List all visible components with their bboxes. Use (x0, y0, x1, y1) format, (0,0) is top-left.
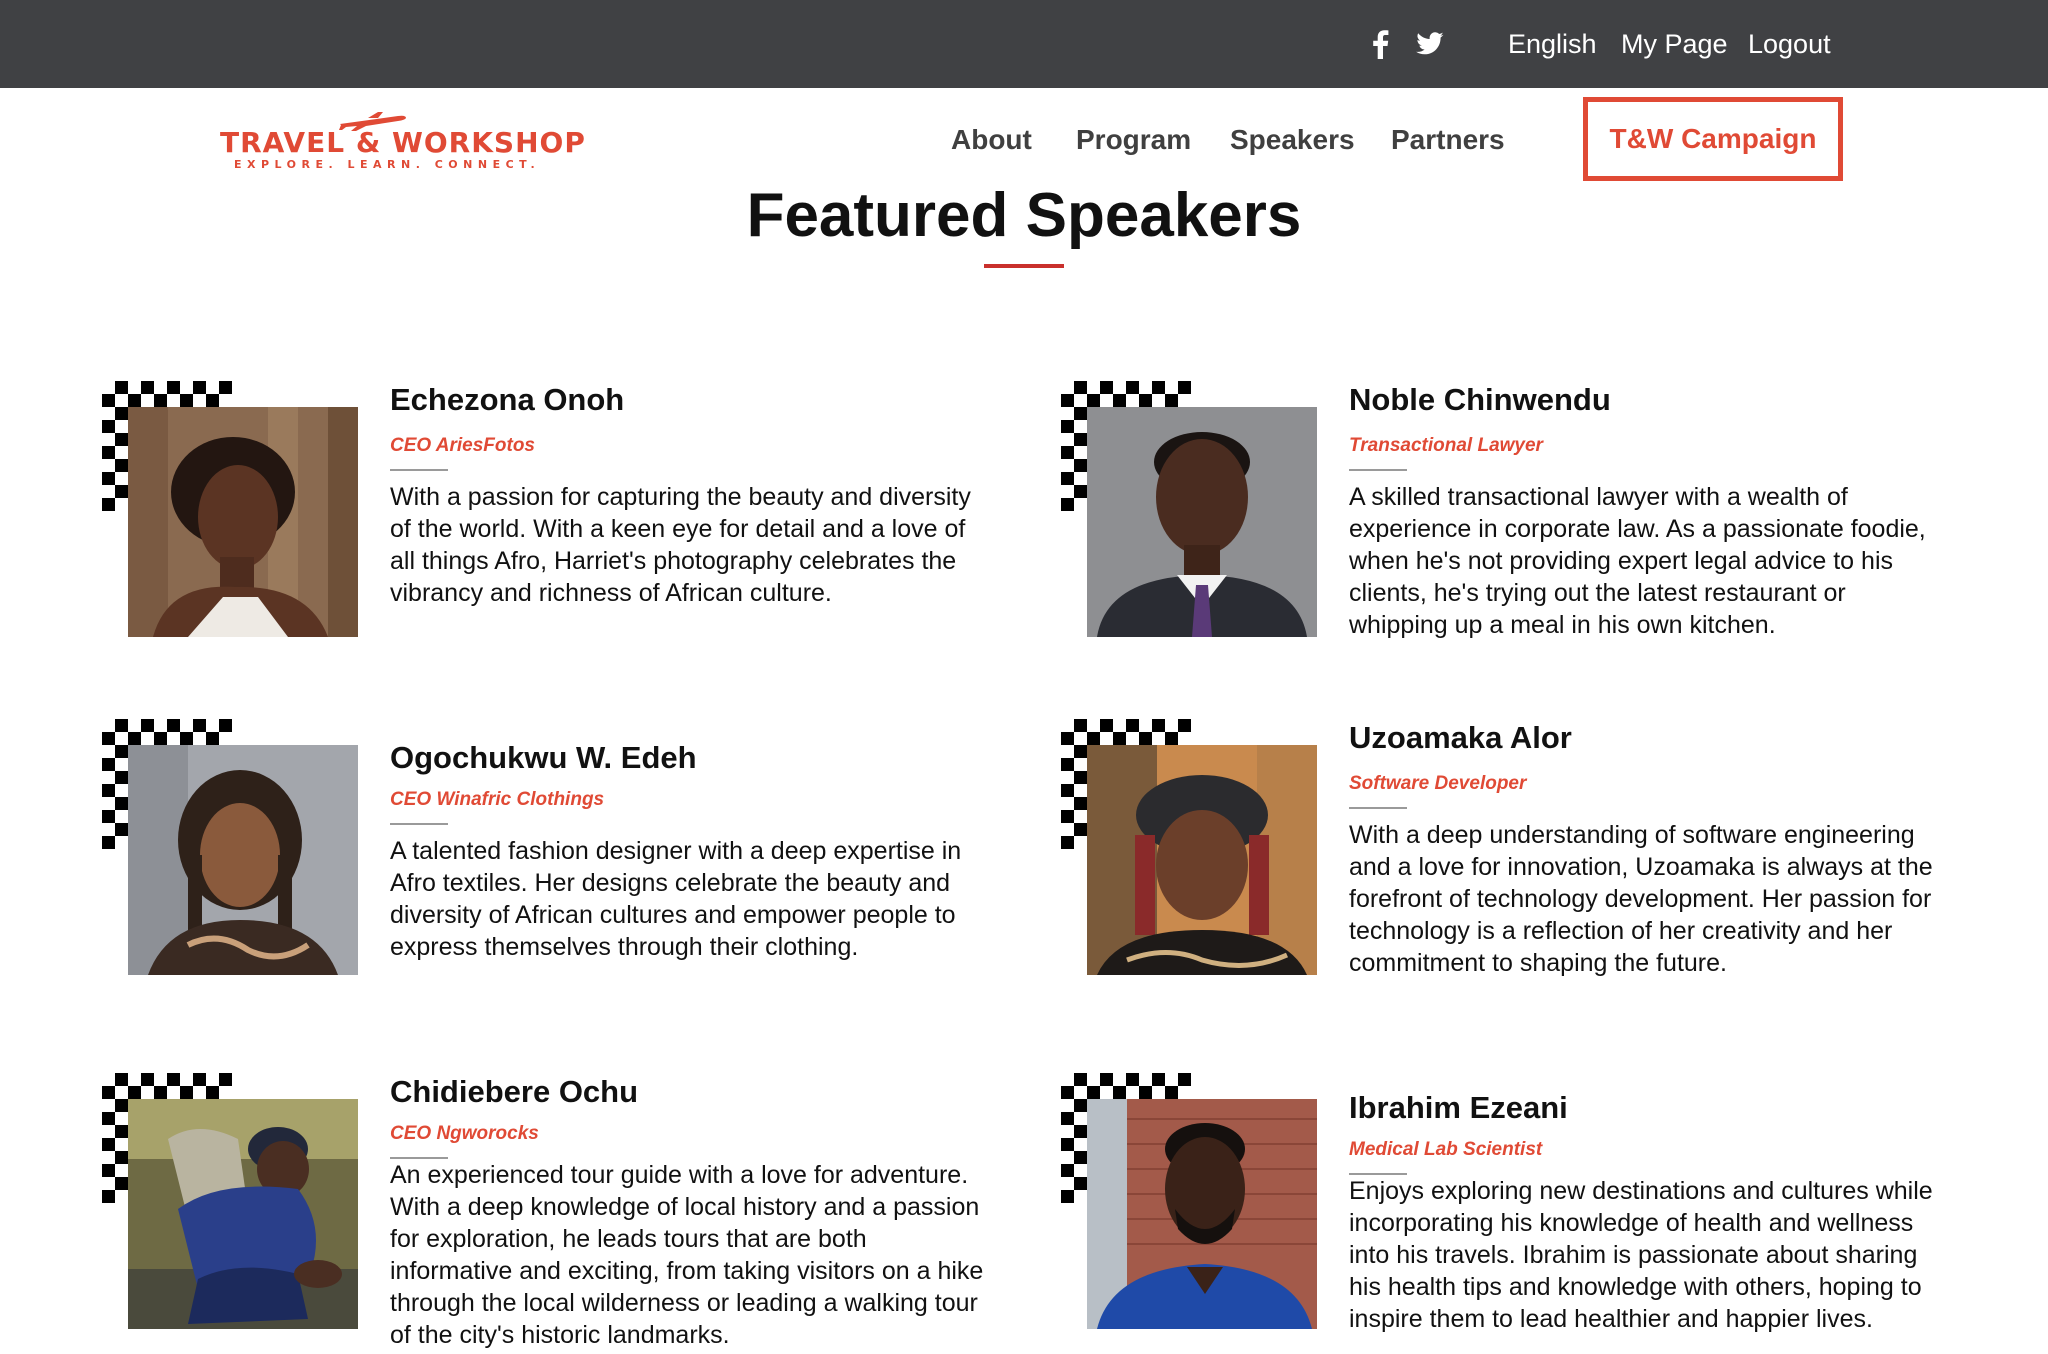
speaker-name: Chidiebere Ochu (390, 1074, 639, 1109)
speaker-bio: A talented fashion designer with a deep … (390, 837, 962, 961)
speaker-photo (128, 745, 358, 975)
speaker-role: CEO Ngworocks (390, 1123, 539, 1144)
speaker-name: Noble Chinwendu (1349, 382, 1611, 417)
nav-speakers[interactable]: Speakers (1230, 120, 1355, 160)
title-underline (984, 264, 1064, 268)
speaker-bio: An experienced tour guide with a love fo… (390, 1161, 984, 1349)
speaker-role: CEO Winafric Clothings (390, 789, 605, 810)
site-logo[interactable]: TRAVEL & WORKSHOP EXPLORE. LEARN. CONNEC… (220, 106, 585, 172)
speaker-bio: With a deep understanding of software en… (1349, 821, 1933, 977)
speaker-divider (390, 823, 448, 825)
nav-program[interactable]: Program (1076, 120, 1191, 160)
page-title: Featured Speakers (746, 181, 1302, 250)
speaker-photo (1087, 407, 1317, 637)
speaker-divider (1349, 469, 1407, 471)
speaker-name: Uzoamaka Alor (1349, 720, 1572, 755)
speaker-bio: With a passion for capturing the beauty … (390, 483, 971, 607)
speaker-photo (128, 1099, 358, 1329)
logo-tagline: EXPLORE. LEARN. CONNECT. (234, 158, 541, 171)
speaker-divider (390, 469, 448, 471)
speaker-name: Ibrahim Ezeani (1349, 1090, 1568, 1125)
logo-title: TRAVEL & WORKSHOP (220, 126, 586, 159)
my-page-link[interactable]: My Page (1621, 24, 1728, 64)
facebook-icon[interactable] (1362, 26, 1398, 62)
speaker-name: Ogochukwu W. Edeh (390, 740, 697, 775)
speaker-role: Medical Lab Scientist (1349, 1139, 1543, 1160)
speaker-role: Transactional Lawyer (1349, 435, 1543, 456)
twitter-icon[interactable] (1412, 26, 1448, 62)
speaker-photo (1087, 1099, 1317, 1329)
speaker-bio: A skilled transactional lawyer with a we… (1349, 483, 1926, 639)
speaker-photo (1087, 745, 1317, 975)
nav-partners[interactable]: Partners (1391, 120, 1505, 160)
speaker-role: CEO AriesFotos (390, 435, 535, 456)
speaker-bio: Enjoys exploring new destinations and cu… (1349, 1177, 1933, 1333)
campaign-button[interactable]: T&W Campaign (1583, 97, 1843, 181)
speaker-name: Echezona Onoh (390, 382, 625, 417)
speaker-photo (128, 407, 358, 637)
speaker-role: Software Developer (1349, 773, 1527, 794)
speaker-divider (1349, 807, 1407, 809)
nav-about[interactable]: About (951, 120, 1032, 160)
language-link[interactable]: English (1508, 24, 1597, 64)
top-bar: English My Page Logout (0, 0, 2048, 88)
logout-link[interactable]: Logout (1748, 24, 1831, 64)
